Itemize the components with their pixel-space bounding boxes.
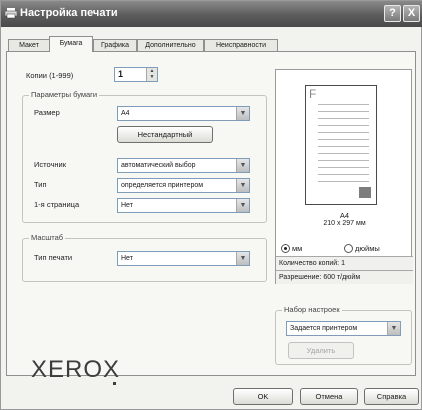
resolution-info: Разрешение: 600 т/дюйм <box>276 270 413 284</box>
print-type-select[interactable]: Нет ▼ <box>117 251 250 266</box>
text-line <box>318 118 369 119</box>
unit-inch-label: дюймы <box>355 244 380 253</box>
chevron-down-icon: ▼ <box>236 107 249 120</box>
print-type-value: Нет <box>121 255 133 262</box>
title-bar[interactable]: Настройка печати ? X <box>1 1 422 27</box>
favorites-select[interactable]: Задается принтером ▼ <box>286 321 401 336</box>
chevron-down-icon: ▼ <box>236 179 249 192</box>
text-line <box>318 146 369 147</box>
text-line <box>318 167 369 168</box>
help-button[interactable]: Справка <box>364 388 419 405</box>
source-value: автоматический выбор <box>121 162 196 169</box>
text-line <box>318 160 369 161</box>
unit-mm-radio[interactable] <box>281 244 290 253</box>
favorites-group: Набор настроек Задается принтером ▼ Удал… <box>275 305 412 365</box>
scale-title: Масштаб <box>29 233 66 242</box>
paper-options-title: Параметры бумаги <box>29 90 100 99</box>
close-icon: X <box>407 7 416 19</box>
copies-value: 1 <box>118 69 124 79</box>
text-line <box>318 111 369 112</box>
paper-options-group: Параметры бумаги Размер A4 ▼ Нестандартн… <box>22 90 267 223</box>
size-select[interactable]: A4 ▼ <box>117 106 250 121</box>
first-page-select[interactable]: Нет ▼ <box>117 198 250 213</box>
print-type-label: Тип печати <box>34 253 73 262</box>
tab-strip: Макет Бумага Графика Дополнительно Неисп… <box>1 33 422 52</box>
type-select[interactable]: определяется принтером ▼ <box>117 178 250 193</box>
first-page-value: Нет <box>121 202 133 209</box>
type-value: определяется принтером <box>121 182 204 189</box>
cancel-button[interactable]: Отмена <box>300 388 358 405</box>
chevron-down-icon: ▼ <box>387 322 400 335</box>
copies-info: Количество копий: 1 <box>276 256 413 270</box>
print-settings-window: Настройка печати ? X Макет Бумага График… <box>0 0 422 410</box>
type-label: Тип <box>34 180 47 189</box>
chevron-down-icon: ▼ <box>236 199 249 212</box>
close-title-button[interactable]: X <box>403 5 420 22</box>
text-line <box>318 139 369 140</box>
text-line <box>318 153 369 154</box>
chevron-down-icon: ▼ <box>236 159 249 172</box>
text-line <box>318 174 369 175</box>
text-line <box>318 104 369 105</box>
custom-size-button[interactable]: Нестандартный <box>117 126 213 143</box>
logo-dot <box>113 382 116 385</box>
paper-size-name: A4 <box>339 211 350 220</box>
favorites-value: Задается принтером <box>290 325 358 332</box>
source-label: Источник <box>34 160 67 169</box>
tab-paper[interactable]: Бумага <box>49 36 93 52</box>
ok-button[interactable]: OK <box>233 388 293 405</box>
preview-page: F <box>305 85 377 205</box>
help-icon: ? <box>389 7 396 19</box>
copies-spinner[interactable]: 1 ▲ ▼ <box>114 67 158 82</box>
paper-size-dims: 210 x 297 мм <box>323 220 366 227</box>
printer-icon <box>5 8 17 19</box>
unit-mm-label: мм <box>292 244 303 253</box>
page-letter: F <box>309 87 317 101</box>
delete-favorite-button[interactable]: Удалить <box>288 342 354 359</box>
text-line <box>318 125 369 126</box>
size-value: A4 <box>121 110 130 117</box>
units-row: мм дюймы <box>276 242 413 256</box>
source-select[interactable]: автоматический выбор ▼ <box>117 158 250 173</box>
page-preview: F A4 210 x 297 мм мм дюймы Количество ко… <box>275 69 413 284</box>
favorites-title: Набор настроек <box>282 305 342 314</box>
image-placeholder-icon <box>359 187 371 198</box>
text-line <box>318 181 369 182</box>
xerox-logo: XEROX <box>31 356 121 383</box>
paper-tab-panel: Копии (1-999) 1 ▲ ▼ Параметры бумаги Раз… <box>6 51 416 376</box>
copies-spin-buttons: ▲ ▼ <box>146 68 157 81</box>
window-title: Настройка печати <box>20 7 118 19</box>
spin-down-icon[interactable]: ▼ <box>147 74 157 80</box>
scale-group: Масштаб Тип печати Нет ▼ <box>22 233 267 282</box>
text-line <box>318 132 369 133</box>
first-page-label: 1-я страница <box>34 200 80 209</box>
unit-inch-radio[interactable] <box>344 244 353 253</box>
help-title-button[interactable]: ? <box>384 5 401 22</box>
size-label: Размер <box>34 108 60 117</box>
chevron-down-icon: ▼ <box>236 252 249 265</box>
copies-label: Копии (1-999) <box>26 71 74 80</box>
